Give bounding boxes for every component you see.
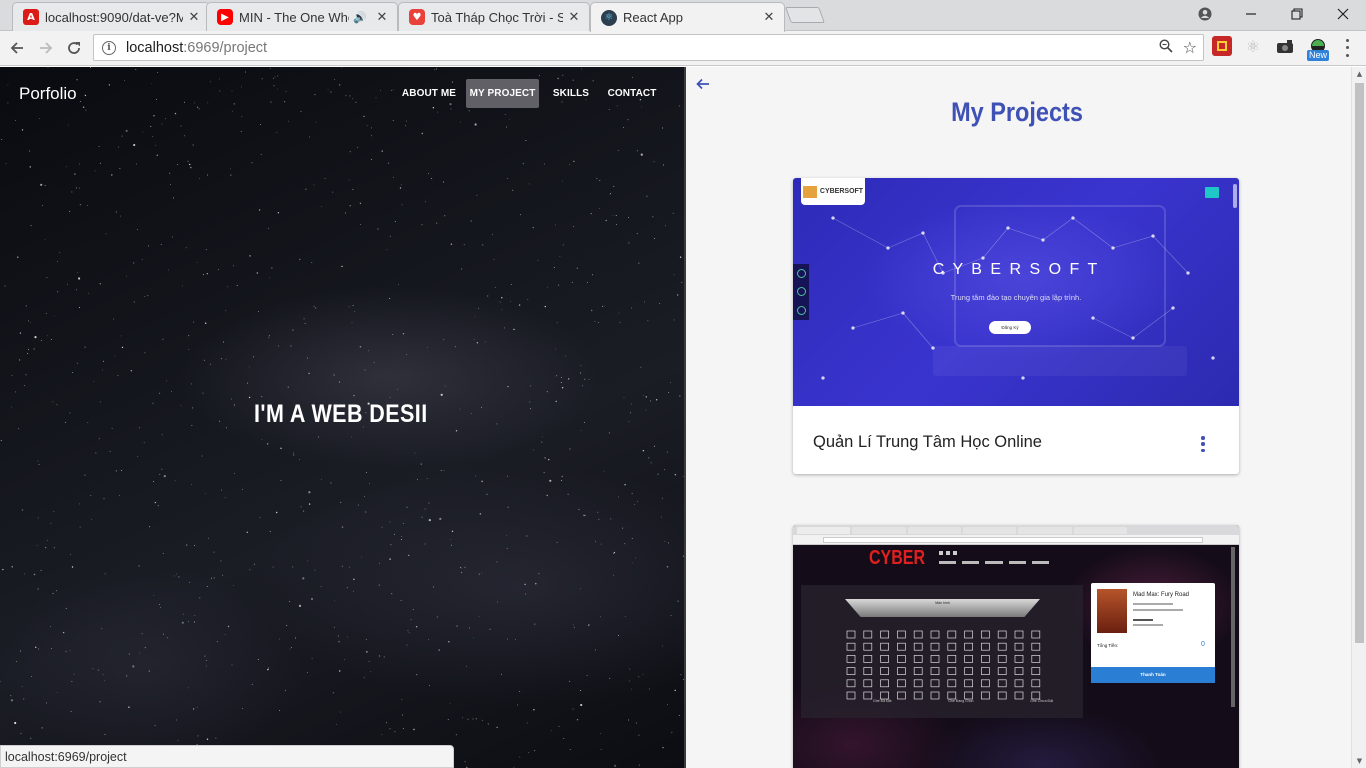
preview-subtitle: Trung tâm đào tạo chuyên gia lập trình. — [950, 293, 1082, 302]
legend-selecting: Ghế Đang Chọn — [948, 699, 974, 703]
hero-tagline: I'M A WEB DESII — [254, 400, 428, 428]
tab-title: MIN - The One Who L — [239, 9, 349, 25]
mini-scrollbar — [1231, 547, 1235, 707]
movie-poster — [1097, 589, 1127, 633]
seat-legend: Ghế Đã Đặt Ghế Đang Chọn Ghế Chưa Đặt — [873, 699, 1053, 703]
tab-title: React App — [623, 10, 683, 25]
preview-scrollbar — [1233, 184, 1237, 208]
close-tab-icon[interactable]: ✕ — [187, 10, 201, 25]
browser-tabstrip: A localhost:9090/dat-ve?Ma ✕ ▶ MIN - The… — [0, 0, 1366, 32]
project-card[interactable]: CYBER Màn hình Ghế Đã Đặt Ghế Đang Chọn … — [793, 525, 1239, 768]
tab-title: localhost:9090/dat-ve?Ma — [45, 9, 183, 25]
project-preview-image[interactable]: CYBERSOFT C Y B E R S O F T Trung tâm đà… — [793, 178, 1239, 406]
account-icon[interactable] — [1182, 0, 1228, 28]
preview-headline: C Y B E R S O F T — [932, 261, 1100, 278]
brand-logo[interactable]: Porfolio — [19, 84, 77, 104]
nav-contact[interactable]: CONTACT — [604, 79, 660, 108]
speaker-icon[interactable]: 🔊 — [353, 11, 367, 24]
address-bar[interactable]: i localhost:6969/project ☆ — [93, 34, 1204, 61]
legend-booked: Ghế Đã Đặt — [873, 699, 892, 703]
angular-icon: A — [23, 9, 39, 25]
browser-tab-2[interactable]: ▶ MIN - The One Who L 🔊 ✕ — [206, 2, 398, 31]
preview-register-button: Đăng Ký — [989, 321, 1031, 334]
projects-panel: My Projects CYBERSOFT C Y B E R S O F T … — [686, 67, 1351, 768]
maximize-icon[interactable] — [1274, 0, 1320, 28]
browser-tab-4[interactable]: ⚛ React App ✕ — [590, 2, 785, 32]
zoom-icon[interactable] — [1159, 39, 1173, 57]
cart-icon — [1205, 187, 1219, 198]
hero-section: Porfolio ABOUT ME MY PROJECT SKILLS CONT… — [0, 67, 684, 768]
nav-skills[interactable]: SKILLS — [549, 79, 593, 108]
back-icon[interactable] — [4, 35, 30, 61]
scroll-thumb[interactable] — [1355, 83, 1364, 643]
browser-toolbar: i localhost:6969/project ☆ ⚛ New — [0, 31, 1366, 66]
total-label: Tổng Tiền: — [1097, 643, 1119, 648]
camera-extension-icon[interactable] — [1275, 36, 1295, 56]
bookmark-star-icon[interactable]: ☆ — [1183, 38, 1197, 57]
forward-icon[interactable] — [33, 35, 59, 61]
browser-menu-icon[interactable] — [1340, 37, 1354, 59]
page-title: My Projects — [951, 97, 1083, 127]
tab-title: Toà Tháp Chọc Trời - Skyr — [431, 9, 563, 25]
box-logo-icon — [802, 185, 817, 198]
browser-tab-1[interactable]: A localhost:9090/dat-ve?Ma ✕ — [12, 2, 210, 31]
project-card[interactable]: CYBERSOFT C Y B E R S O F T Trung tâm đà… — [793, 178, 1239, 474]
back-arrow-icon[interactable] — [695, 76, 711, 97]
close-tab-icon[interactable]: ✕ — [762, 10, 776, 25]
nav-my-project[interactable]: MY PROJECT — [466, 79, 539, 108]
site-info-icon[interactable]: i — [102, 40, 116, 55]
heart-icon: ♥ — [409, 9, 425, 25]
react-devtools-icon[interactable]: ⚛ — [1243, 36, 1263, 56]
close-window-icon[interactable] — [1320, 0, 1366, 28]
booking-summary-card: Mad Max: Fury Road Tổng Tiền: 0 Thanh To… — [1091, 583, 1215, 683]
extension-new-badge: New — [1307, 50, 1330, 61]
panel-scrollbar[interactable]: ▲ ▼ — [1351, 67, 1366, 768]
minimize-icon[interactable] — [1228, 0, 1274, 28]
constellation-pattern — [821, 205, 1215, 380]
extension-red-icon[interactable] — [1212, 36, 1232, 56]
more-vert-icon[interactable] — [1200, 436, 1206, 452]
movie-title: Mad Max: Fury Road — [1133, 592, 1190, 598]
legend-available: Ghế Chưa Đặt — [1030, 699, 1053, 703]
address-url: localhost:6969/project — [126, 40, 267, 56]
project-preview-image[interactable]: CYBER Màn hình Ghế Đã Đặt Ghế Đang Chọn … — [793, 525, 1239, 768]
new-tab-button[interactable] — [785, 7, 825, 23]
close-tab-icon[interactable]: ✕ — [375, 10, 389, 25]
cybersoft-logo: CYBERSOFT — [801, 178, 865, 205]
reload-icon[interactable] — [61, 35, 87, 61]
scroll-down-icon[interactable]: ▼ — [1352, 754, 1366, 768]
total-value: 0 — [1201, 641, 1205, 648]
status-bar: localhost:6969/project — [0, 745, 454, 768]
scroll-up-icon[interactable]: ▲ — [1352, 67, 1366, 81]
logo-text: CYBERSOFT — [819, 188, 864, 195]
user-icon — [796, 306, 806, 316]
url-path: :6969/project — [183, 39, 268, 56]
url-host: localhost — [126, 39, 184, 56]
react-icon: ⚛ — [601, 9, 617, 26]
browser-tab-3[interactable]: ♥ Toà Tháp Chọc Trời - Skyr ✕ — [398, 2, 590, 31]
nav-about-me[interactable]: ABOUT ME — [398, 79, 460, 108]
close-tab-icon[interactable]: ✕ — [567, 10, 581, 25]
project-name: Quản Lí Trung Tâm Học Online — [813, 433, 1042, 451]
pay-button: Thanh Toán — [1091, 667, 1215, 683]
youtube-icon: ▶ — [217, 9, 233, 25]
